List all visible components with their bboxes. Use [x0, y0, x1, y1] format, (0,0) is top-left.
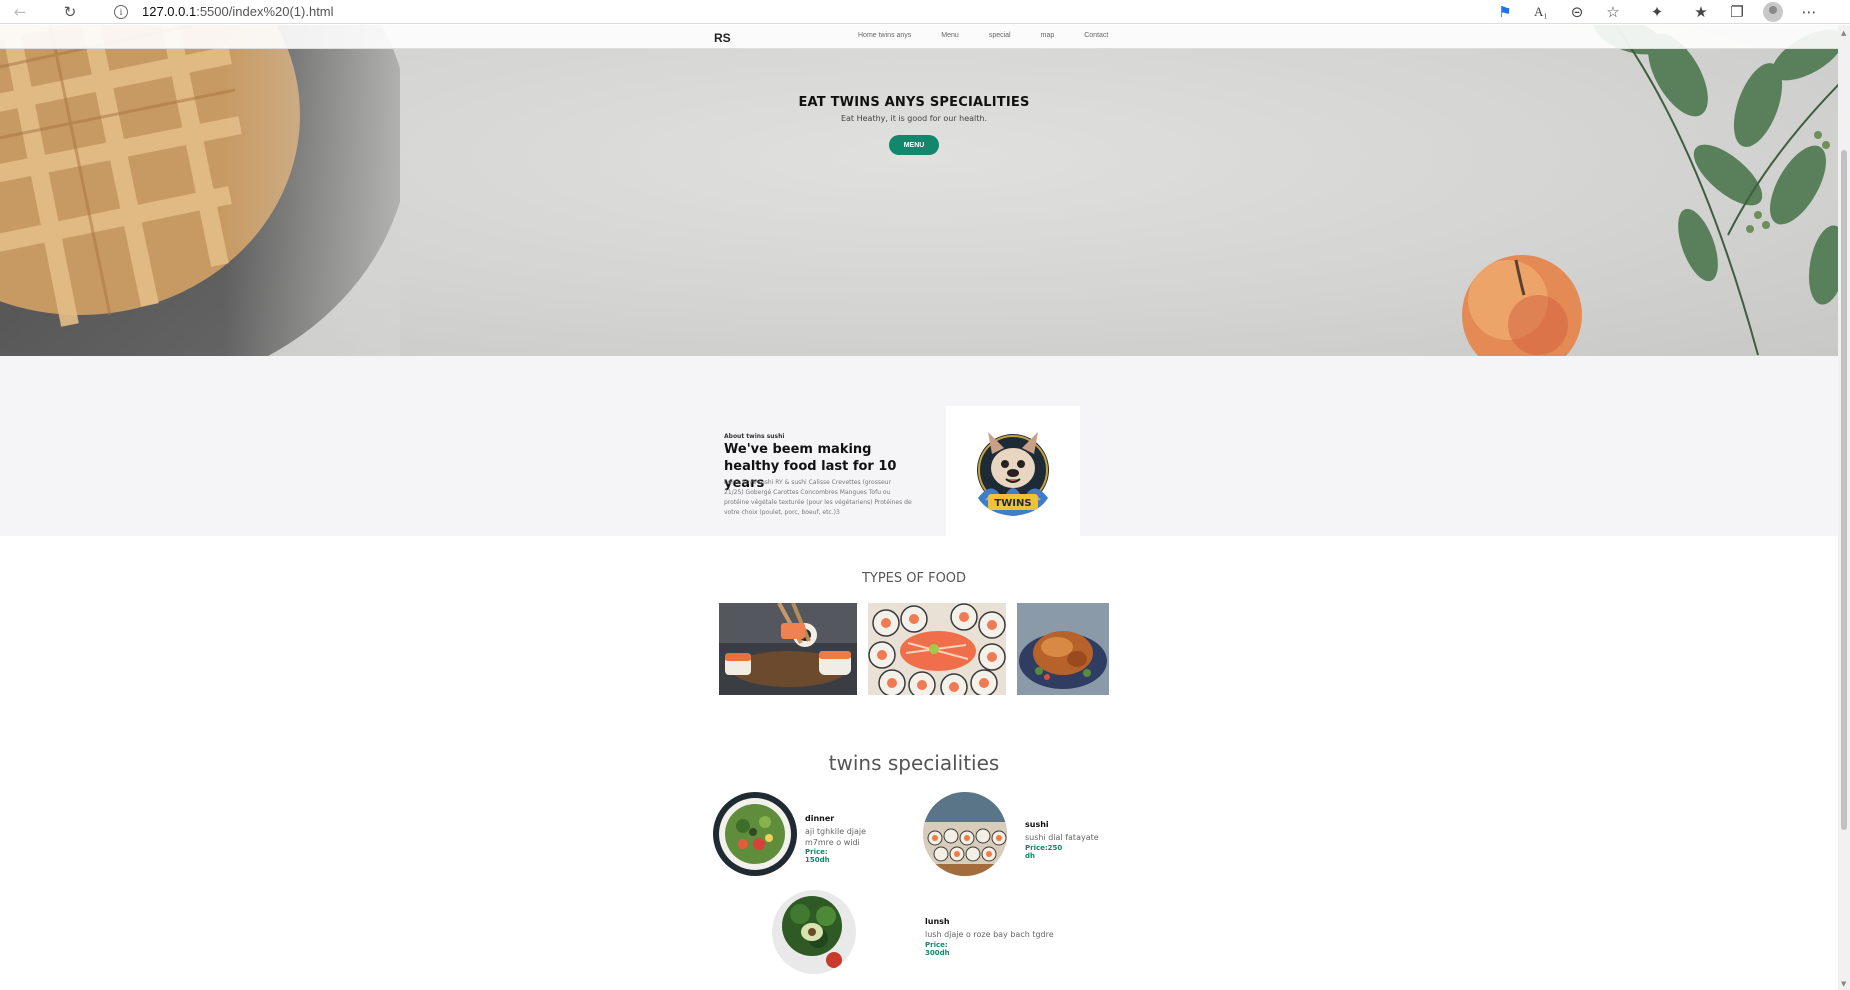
about-label: About twins sushi [724, 433, 785, 440]
site-navbar: RS Home twins anys Menu special map Cont… [0, 25, 1838, 49]
page: EAT TWINS ANYS SPECIALITIES Eat Heathy, … [0, 25, 1838, 990]
favorites-icon[interactable]: ★ [1683, 0, 1719, 24]
info-icon[interactable]: i [114, 4, 128, 19]
specialities-title: twins specialities [828, 751, 1000, 775]
lunsh-photo [772, 890, 856, 974]
hero-section: EAT TWINS ANYS SPECIALITIES Eat Heathy, … [0, 25, 1838, 356]
page-scrollbar[interactable]: ▲ ▼ [1838, 25, 1850, 990]
menu-button[interactable]: MENU [889, 135, 939, 155]
dinner-photo [713, 792, 797, 876]
lunsh-name: lunsh [925, 917, 950, 926]
dinner-price: Price: 150dh [805, 848, 830, 864]
extensions-icon[interactable]: ✦ [1631, 0, 1683, 24]
read-aloud-icon[interactable]: A₁ [1523, 0, 1559, 24]
profile-icon[interactable] [1755, 0, 1791, 24]
scroll-up-icon[interactable]: ▲ [1841, 29, 1846, 37]
sushi-photo [923, 792, 1007, 876]
browser-toolbar: ← ↻ i 127.0.0.1:5500/index%20(1).html ⚑ … [0, 0, 1850, 24]
nav-link-map[interactable]: map [1041, 32, 1055, 39]
more-menu-icon[interactable]: ⋯ [1791, 0, 1827, 24]
apple-pie-image [0, 25, 400, 356]
nav-link-home[interactable]: Home twins anys [858, 32, 911, 39]
back-arrow-icon[interactable]: ← [8, 0, 32, 24]
about-section: About twins sushi We've beem making heal… [0, 356, 1838, 540]
scroll-down-icon[interactable]: ▼ [1841, 980, 1846, 988]
coupon-tag-icon[interactable]: ⚑ [1487, 0, 1523, 24]
lunsh-price: Price: 300dh [925, 941, 950, 957]
url-path: :5500/index%20(1).html [196, 4, 334, 19]
nav-link-special[interactable]: special [989, 32, 1011, 39]
lunsh-description: lush djaje o roze bay bach tgdre [925, 930, 1054, 939]
food-image-sushi-platter [868, 603, 1006, 695]
sushi-description: sushi dial fatayate [1025, 833, 1099, 842]
twins-anys-logo: TWINS [946, 406, 1080, 540]
scrollbar-thumb[interactable] [1841, 150, 1847, 830]
site-logo[interactable]: RS [714, 31, 731, 45]
dinner-name: dinner [805, 814, 835, 823]
about-description: twins anys sushi RY & sushi Calisse Crev… [724, 479, 912, 516]
sushi-price: Price:250 dh [1025, 844, 1063, 860]
favorite-add-icon[interactable]: ☆ [1595, 0, 1631, 24]
browser-tools: ⚑ A₁ ⊝ ☆ ✦ ★ ❐ ⋯ [1487, 0, 1827, 24]
hero-title: EAT TWINS ANYS SPECIALITIES [798, 95, 1030, 110]
hero-subtitle: Eat Heathy, it is good for our health. [840, 114, 988, 123]
sushi-name: sushi [1025, 820, 1049, 829]
nav-links: Home twins anys Menu special map Contact [858, 32, 1108, 39]
leaves-and-apple-image [1462, 25, 1838, 356]
url-host: 127.0.0.1 [142, 4, 197, 19]
zoom-out-icon[interactable]: ⊝ [1559, 0, 1595, 24]
types-of-food-title: TYPES OF FOOD [861, 571, 967, 586]
nav-link-contact[interactable]: Contact [1084, 32, 1108, 39]
food-image-roast-chicken [1017, 603, 1109, 695]
svg-text:TWINS: TWINS [994, 498, 1031, 509]
collections-icon[interactable]: ❐ [1719, 0, 1755, 24]
reload-icon[interactable]: ↻ [58, 0, 82, 24]
address-bar[interactable]: i 127.0.0.1:5500/index%20(1).html [102, 0, 1487, 23]
food-image-sushi-chopsticks [719, 603, 857, 695]
nav-link-menu[interactable]: Menu [941, 32, 959, 39]
dinner-description: aji tghkile djaje m7mre o widi [805, 827, 867, 847]
